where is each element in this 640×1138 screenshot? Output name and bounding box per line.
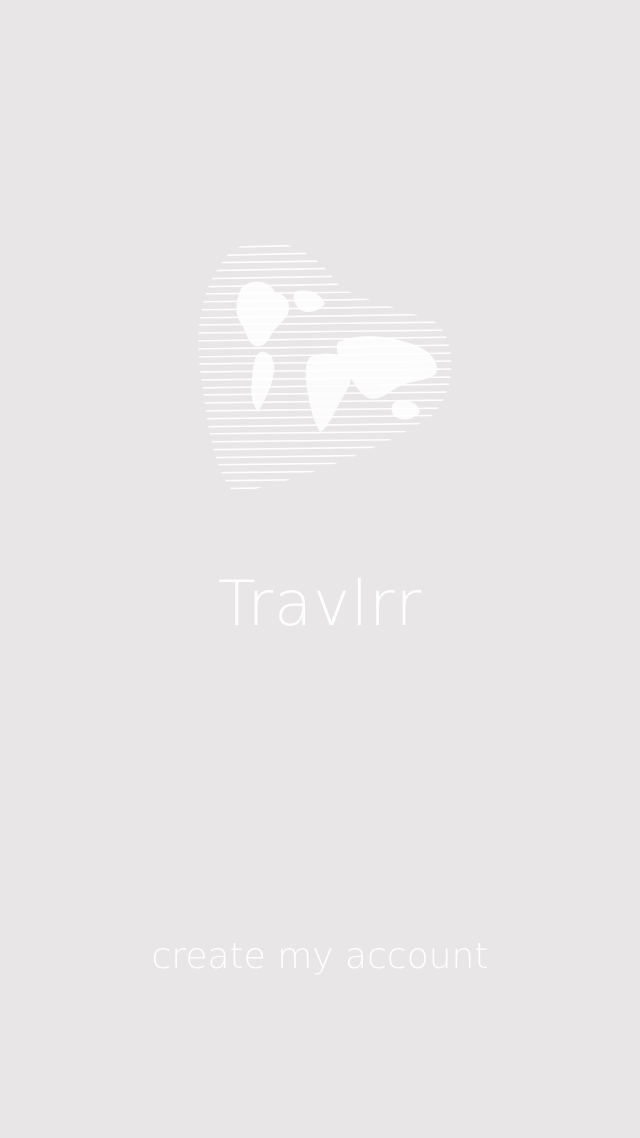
create-account-button[interactable]: create my account [0, 930, 640, 984]
app-title: Travlrr [217, 567, 423, 640]
welcome-screen: Travlrr create my account [0, 0, 640, 1138]
heart-world-map-icon [190, 232, 460, 498]
